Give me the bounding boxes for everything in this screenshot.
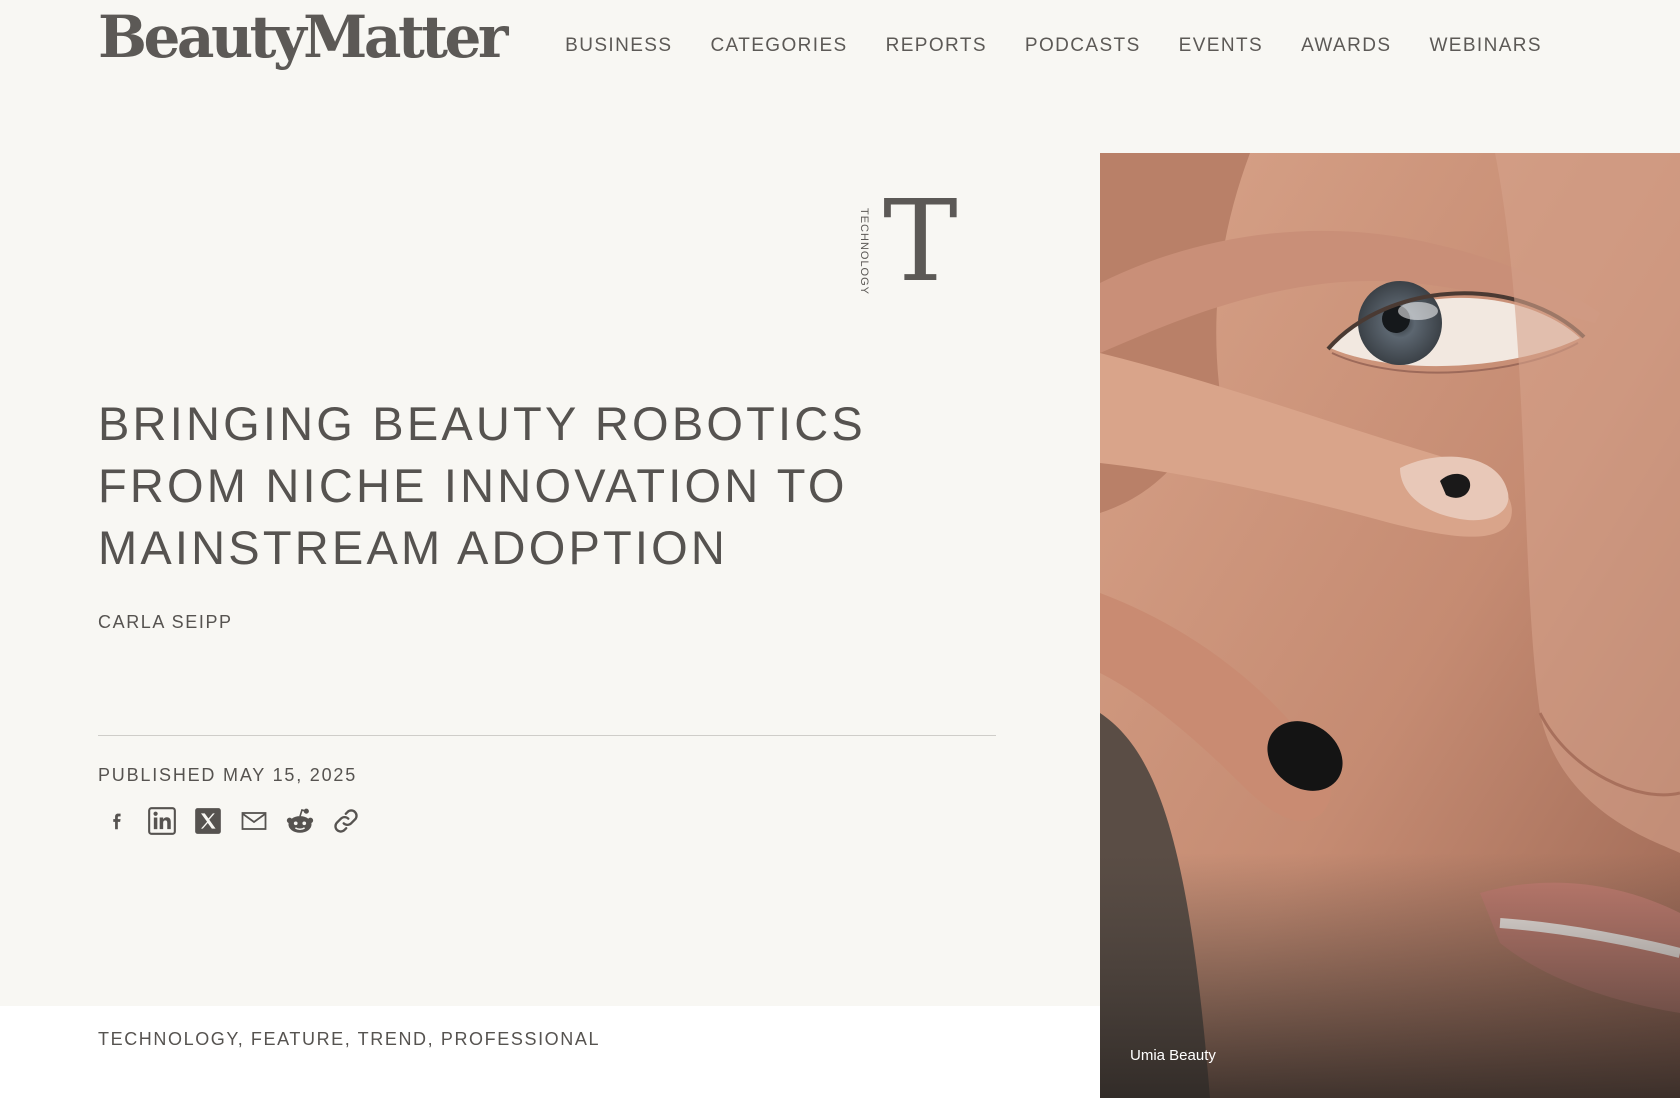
category-letter: T (883, 177, 958, 307)
divider (98, 735, 996, 736)
email-icon[interactable] (238, 805, 269, 836)
nav-item-business[interactable]: BUSINESS (565, 34, 672, 58)
author-name[interactable]: CARLA SEIPP (98, 612, 233, 633)
nav-item-awards[interactable]: AWARDS (1301, 34, 1391, 58)
nav-item-webinars[interactable]: WEBINARS (1429, 34, 1542, 58)
nav-item-podcasts[interactable]: PODCASTS (1025, 34, 1141, 58)
facebook-icon[interactable] (100, 805, 131, 836)
main-nav: BUSINESS CATEGORIES REPORTS PODCASTS EVE… (565, 34, 1542, 58)
link-icon[interactable] (330, 805, 361, 836)
hero-image (1100, 153, 1680, 1098)
published-date: PUBLISHED MAY 15, 2025 (98, 765, 358, 785)
nav-item-events[interactable]: EVENTS (1179, 34, 1263, 58)
site-logo[interactable]: BeautyMatter (98, 0, 509, 74)
share-bar (100, 805, 361, 836)
reddit-icon[interactable] (284, 805, 315, 836)
linkedin-icon[interactable] (146, 805, 177, 836)
nav-item-reports[interactable]: REPORTS (886, 34, 987, 58)
article-headline: BRINGING BEAUTY ROBOTICS FROM NICHE INNO… (98, 397, 866, 574)
category-label: TECHNOLOGY (858, 208, 870, 296)
category-mark[interactable]: TECHNOLOGY T (848, 186, 958, 298)
nav-item-categories[interactable]: CATEGORIES (710, 34, 847, 58)
image-caption: Umia Beauty (1130, 1047, 1216, 1064)
x-icon[interactable] (192, 805, 223, 836)
article-tags: TECHNOLOGY, FEATURE, TREND, PROFESSIONAL (98, 1029, 601, 1049)
